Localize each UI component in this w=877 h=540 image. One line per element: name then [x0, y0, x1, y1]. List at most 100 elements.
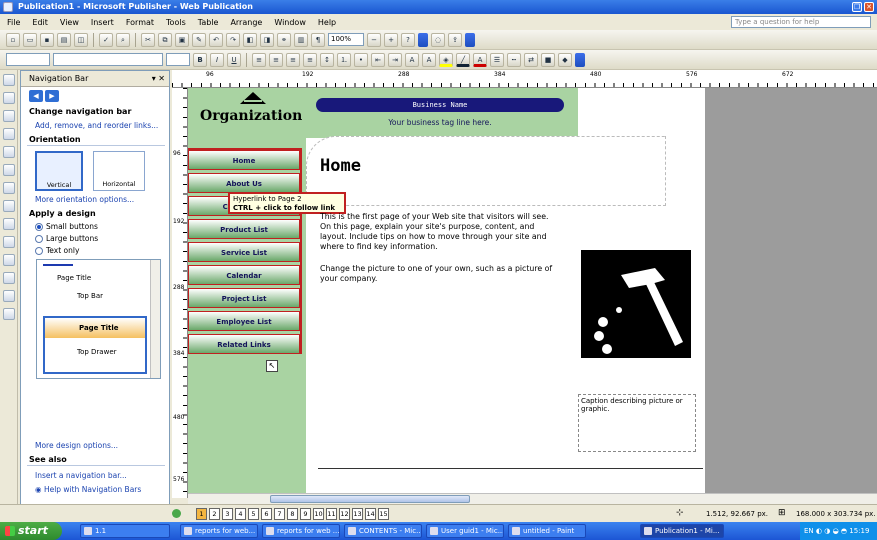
intro-text[interactable]: This is the first page of your Web site … [320, 212, 560, 252]
bullets-icon[interactable]: • [354, 52, 368, 67]
more-design-link[interactable]: More design options... [35, 441, 118, 450]
research-icon[interactable]: ⌕ [116, 32, 130, 47]
zoom-in-icon[interactable]: + [384, 32, 398, 47]
close-window-button[interactable]: ✕ [864, 2, 874, 12]
line-spacing-icon[interactable]: ↕ [320, 52, 334, 67]
publication-page[interactable]: Organization Business Name Your business… [188, 88, 705, 493]
numbering-icon[interactable]: ⒈ [337, 52, 351, 67]
nav-button-related-links[interactable]: Related Links [188, 334, 300, 354]
page-tab-5[interactable]: 5 [248, 508, 259, 520]
back-icon[interactable]: ◀ [29, 90, 43, 102]
menu-format[interactable]: Format [125, 18, 155, 27]
wordart-icon[interactable] [3, 128, 15, 140]
toolbar-options-handle-3[interactable] [575, 52, 585, 67]
orientation-horizontal[interactable]: Horizontal [93, 151, 145, 191]
italic-icon[interactable]: I [210, 52, 224, 67]
page-tab-4[interactable]: 4 [235, 508, 246, 520]
show-formatting-icon[interactable]: ¶ [311, 32, 325, 47]
page-tab-7[interactable]: 7 [274, 508, 285, 520]
3d-style-icon[interactable]: ◆ [558, 52, 572, 67]
redo-icon[interactable]: ↷ [226, 32, 240, 47]
nav-button-service-list[interactable]: Service List [188, 242, 300, 262]
align-center-icon[interactable]: ≡ [269, 52, 283, 67]
help-search-input[interactable]: Type a question for help [731, 16, 871, 28]
nav-button-product-list[interactable]: Product List [188, 219, 300, 239]
page-tab-13[interactable]: 13 [352, 508, 363, 520]
html-fragment-icon[interactable] [3, 290, 15, 302]
design1-name[interactable]: Top Bar [77, 292, 103, 300]
format-painter-icon[interactable]: ✎ [192, 32, 206, 47]
arrow-style-icon[interactable]: ⇄ [524, 52, 538, 67]
new-icon[interactable]: ▫ [6, 32, 20, 47]
taskbar-item-paint[interactable]: untitled - Paint [508, 524, 586, 538]
select-objects-icon[interactable] [3, 74, 15, 86]
nav-button-employee-list[interactable]: Employee List [188, 311, 300, 331]
zoom-select[interactable]: 100% [328, 33, 364, 46]
columns-icon[interactable]: ▥ [294, 32, 308, 47]
nav-button-home[interactable]: Home [188, 150, 300, 170]
shrink-font-icon[interactable]: A [405, 52, 419, 67]
design-gallery-icon[interactable] [3, 308, 15, 320]
taskbar-item-reports-2[interactable]: reports for web ... [262, 524, 340, 538]
cut-icon[interactable]: ✂ [141, 32, 155, 47]
align-right-icon[interactable]: ≡ [286, 52, 300, 67]
line-color-icon[interactable]: ╱ [456, 52, 470, 67]
fill-color-icon[interactable]: ◈ [439, 52, 453, 67]
arrow-icon[interactable] [3, 182, 15, 194]
decrease-indent-icon[interactable]: ⇤ [371, 52, 385, 67]
nav-button-about[interactable]: About Us [188, 173, 300, 193]
menu-insert[interactable]: Insert [90, 18, 115, 27]
menu-help[interactable]: Help [317, 18, 337, 27]
page-tab-6[interactable]: 6 [261, 508, 272, 520]
page-tab-3[interactable]: 3 [222, 508, 233, 520]
horizontal-ruler[interactable]: 96 192 288 384 480 576 672 [172, 70, 877, 88]
toolbar-options-handle[interactable] [418, 32, 428, 47]
add-remove-links-link[interactable]: Add, remove, and reorder links... [35, 121, 158, 130]
print-icon[interactable]: ▤ [57, 32, 71, 47]
menu-edit[interactable]: Edit [31, 18, 49, 27]
font-select[interactable] [53, 53, 163, 66]
insert-nav-link[interactable]: Insert a navigation bar... [35, 471, 127, 480]
font-color-icon[interactable]: A [473, 52, 487, 67]
task-pane-title[interactable]: Navigation Bar [29, 74, 88, 83]
grow-font-icon[interactable]: A [422, 52, 436, 67]
line-icon[interactable] [3, 164, 15, 176]
text-box-icon[interactable] [3, 92, 15, 104]
menu-tools[interactable]: Tools [165, 18, 187, 27]
send-backward-icon[interactable]: ◨ [260, 32, 274, 47]
align-left-icon[interactable]: ≡ [252, 52, 266, 67]
menu-file[interactable]: File [6, 18, 21, 27]
taskbar-item-publisher[interactable]: Publication1 - Mi... [640, 524, 724, 538]
font-size-select[interactable] [166, 53, 190, 66]
picture-caption[interactable]: Caption describing picture or graphic. [578, 394, 696, 452]
save-icon[interactable]: ▪ [40, 32, 54, 47]
picture-frame-icon[interactable] [3, 146, 15, 158]
orientation-vertical[interactable]: Vertical [35, 151, 83, 191]
hammer-picture-icon[interactable] [581, 250, 691, 358]
bold-icon[interactable]: B [193, 52, 207, 67]
page-tab-2[interactable]: 2 [209, 508, 220, 520]
logo-icon[interactable] [240, 92, 266, 104]
rectangle-icon[interactable] [3, 218, 15, 230]
insert-hyperlink-icon[interactable]: ⚭ [277, 32, 291, 47]
smart-tag-icon[interactable]: ↖ [266, 360, 278, 372]
page-tab-11[interactable]: 11 [326, 508, 337, 520]
more-orientation-link[interactable]: More orientation options... [35, 195, 134, 204]
undo-icon[interactable]: ↶ [209, 32, 223, 47]
restore-button[interactable]: ❐ [852, 2, 862, 12]
page-tab-12[interactable]: 12 [339, 508, 350, 520]
help-icon[interactable]: ? [401, 32, 415, 47]
dash-style-icon[interactable]: ┅ [507, 52, 521, 67]
web-icon[interactable]: ◌ [431, 32, 445, 47]
page-tab-1[interactable]: 1 [196, 508, 207, 520]
autoshapes-icon[interactable] [3, 236, 15, 248]
business-name-bar[interactable]: Business Name [316, 98, 564, 112]
menu-window[interactable]: Window [273, 18, 307, 27]
page-tab-9[interactable]: 9 [300, 508, 311, 520]
page-tab-15[interactable]: 15 [378, 508, 389, 520]
page-tab-14[interactable]: 14 [365, 508, 376, 520]
menu-arrange[interactable]: Arrange [229, 18, 263, 27]
horizontal-scrollbar[interactable] [188, 493, 877, 504]
paste-icon[interactable]: ▣ [175, 32, 189, 47]
taskbar-item-folder[interactable]: 1.1 [80, 524, 170, 538]
